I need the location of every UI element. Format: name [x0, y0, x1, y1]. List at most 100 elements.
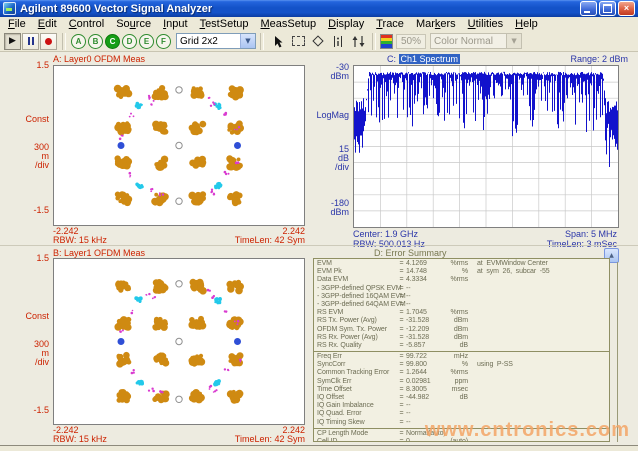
menu-item-edit[interactable]: Edit [32, 18, 63, 30]
quadrant-c: C: Ch1 Spectrum Range: 2 dBm -30 dBm Log… [312, 53, 634, 245]
band-markers-icon [332, 35, 344, 48]
menu-item-file[interactable]: File [2, 18, 32, 30]
trace-a-title[interactable]: A: Layer0 OFDM Meas [53, 54, 145, 64]
error-summary-row: Common Tracking Error=1.2644%rms [314, 369, 609, 377]
row-value: -- [406, 402, 442, 410]
row-unit: %rms [442, 309, 468, 317]
play-button[interactable]: ▶ [4, 33, 21, 50]
row-note [468, 353, 477, 361]
equals-sign: = [397, 268, 406, 276]
ch1-spectrum-plot[interactable] [353, 65, 619, 228]
offset-markers-icon [352, 35, 365, 48]
trace-button-e[interactable]: E [139, 34, 154, 49]
menu-item-display[interactable]: Display [322, 18, 370, 30]
row-value: -31.528 [406, 334, 442, 342]
row-unit [442, 293, 468, 301]
row-unit: ppm [442, 378, 468, 386]
pause-button[interactable] [22, 33, 39, 50]
pointer-tool-button[interactable] [269, 33, 287, 50]
chevron-down-icon: ▼ [240, 34, 255, 48]
marker-tool-button[interactable] [309, 33, 327, 50]
trace-b-ydiv-label: 300 m /div [2, 340, 49, 367]
close-button[interactable]: × [618, 1, 635, 16]
layer0-constellation-plot[interactable] [53, 65, 305, 226]
menu-item-help[interactable]: Help [509, 18, 544, 30]
error-summary-row: Freq Err=99.722mHz [314, 353, 609, 361]
scrollbar-track[interactable] [617, 262, 618, 442]
row-label: Freq Err [314, 353, 397, 361]
close-icon: × [624, 4, 629, 13]
offset-markers-tool-button[interactable] [349, 33, 367, 50]
trace-button-a[interactable]: A [71, 34, 86, 49]
trace-select-buttons: ABCDEF [70, 34, 172, 49]
error-summary-row: - 3GPP-defined 64QAM EVM=-- [314, 301, 609, 309]
grid-layout-select[interactable]: Grid 2x2 ▼ [176, 33, 256, 49]
error-summary-group: EVM=4.1269%rmsat EVMWindow CenterEVM Pk=… [314, 259, 609, 352]
menu-item-input[interactable]: Input [157, 18, 193, 30]
menu-item-trace[interactable]: Trace [370, 18, 410, 30]
menu-item-markers[interactable]: Markers [410, 18, 462, 30]
row-note [468, 326, 477, 334]
row-value: 0.02981 [406, 378, 442, 386]
minimize-icon [584, 11, 590, 13]
title-bar[interactable]: Agilent 89600 Vector Signal Analyzer × [0, 0, 638, 17]
equals-sign: = [397, 309, 406, 317]
equals-sign: = [397, 361, 406, 369]
trace-button-f[interactable]: F [156, 34, 171, 49]
zoom-level-field[interactable]: 50% [396, 34, 426, 49]
row-value: 4.3334 [406, 276, 442, 284]
band-markers-tool-button[interactable] [329, 33, 347, 50]
pause-icon [28, 37, 34, 45]
equals-sign: = [397, 276, 406, 284]
error-summary-row: - 3GPP-defined QPSK EVM=-- [314, 285, 609, 293]
watermark: www.cntronics.com [425, 419, 630, 442]
selection-box-tool-button[interactable] [289, 33, 307, 50]
toolbar-separator [260, 33, 264, 50]
menu-bar: FileEditControlSourceInputTestSetupMeasS… [0, 17, 638, 31]
equals-sign: = [397, 317, 406, 325]
row-value: 1.2644 [406, 369, 442, 377]
row-note [468, 378, 477, 386]
menu-item-utilities[interactable]: Utilities [462, 18, 509, 30]
row-note [468, 342, 477, 350]
equals-sign: = [397, 410, 406, 418]
row-value: 14.748 [406, 268, 442, 276]
trace-button-d[interactable]: D [122, 34, 137, 49]
maximize-icon [603, 4, 612, 13]
menu-item-control[interactable]: Control [63, 18, 110, 30]
layer1-constellation-plot[interactable] [53, 258, 305, 425]
row-unit: dB [442, 394, 468, 402]
record-button[interactable] [40, 33, 57, 50]
row-label: SyncCorr [314, 361, 397, 369]
row-note [468, 334, 477, 342]
color-mode-select[interactable]: Color Normal ▼ [430, 33, 522, 49]
row-label: Time Offset [314, 386, 397, 394]
minimize-button[interactable] [580, 1, 597, 16]
row-note [468, 309, 477, 317]
row-label: - 3GPP-defined QPSK EVM [314, 285, 397, 293]
row-unit [442, 402, 468, 410]
quadrant-b: B: Layer1 OFDM Meas 1.5 Const 300 m /div… [2, 246, 308, 444]
color-scale-icon [380, 34, 393, 49]
row-label: Common Tracking Error [314, 369, 397, 377]
row-label: RS Rx. Quality [314, 342, 397, 350]
equals-sign: = [397, 260, 406, 268]
maximize-button[interactable] [599, 1, 616, 16]
trace-c-title[interactable]: C: Ch1 Spectrum [387, 54, 460, 64]
menu-item-meassetup[interactable]: MeasSetup [254, 18, 322, 30]
menu-item-testsetup[interactable]: TestSetup [194, 18, 255, 30]
trace-b-yaxis-label: Const [2, 312, 49, 321]
menu-item-source[interactable]: Source [110, 18, 157, 30]
row-value: 4.1269 [406, 260, 442, 268]
error-summary-row: EVM=4.1269%rmsat EVMWindow Center [314, 260, 609, 268]
equals-sign: = [397, 369, 406, 377]
chevron-down-icon: ▼ [506, 34, 521, 48]
trace-d-title[interactable]: D: Error Summary [374, 248, 447, 258]
record-icon [45, 38, 52, 45]
trace-button-c[interactable]: C [105, 34, 120, 49]
error-summary-table: EVM=4.1269%rmsat EVMWindow CenterEVM Pk=… [313, 258, 610, 442]
row-value: -- [406, 285, 442, 293]
error-summary-row: Time Offset=8.3005msec [314, 386, 609, 394]
trace-b-title[interactable]: B: Layer1 OFDM Meas [53, 248, 145, 258]
trace-button-b[interactable]: B [88, 34, 103, 49]
